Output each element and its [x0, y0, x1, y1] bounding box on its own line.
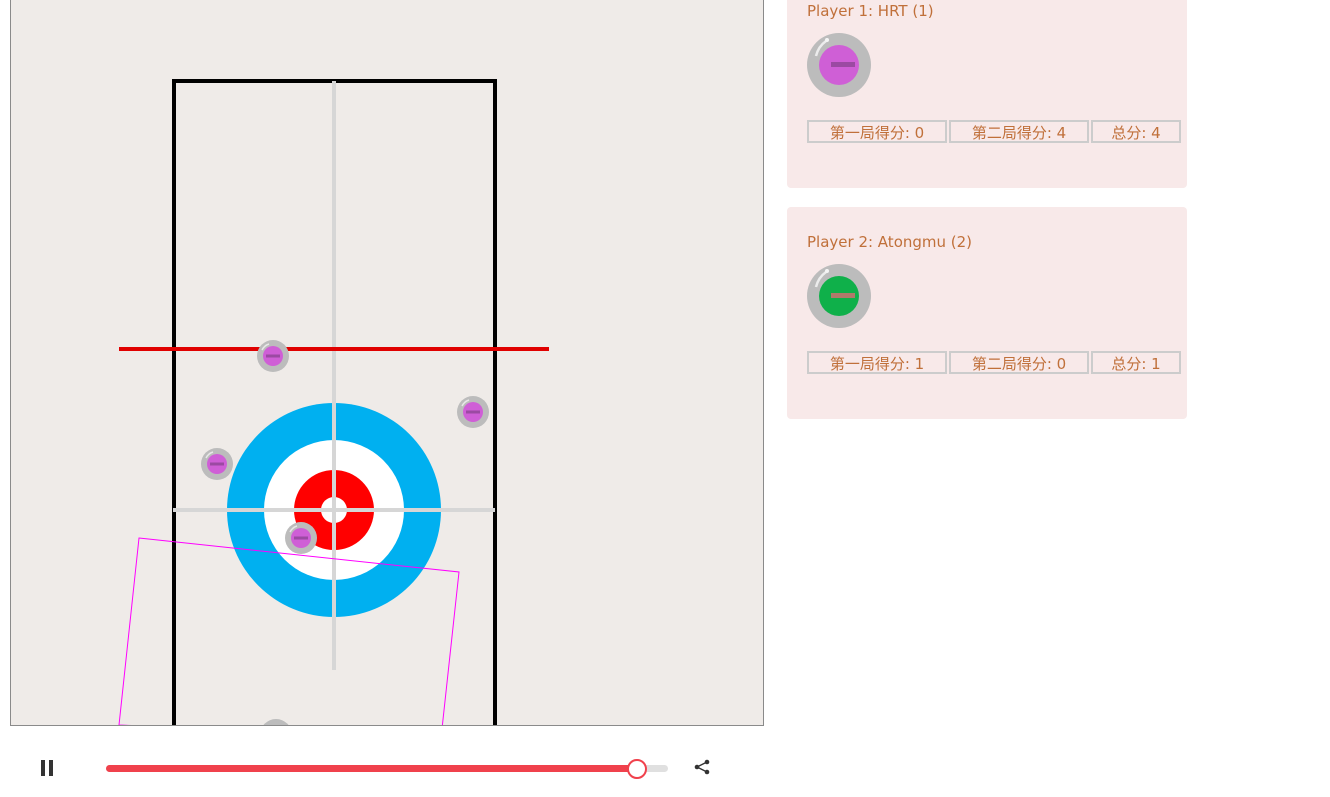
share-icon	[694, 759, 710, 775]
player-name: Player 1: HRT (1)	[807, 2, 934, 20]
playback-progress-slider[interactable]	[106, 759, 668, 779]
player-card-1: Player 1: HRT (1) 第一局得分: 0 第二局得分: 4 总分: …	[787, 0, 1187, 188]
game1-score: 第一局得分: 0	[807, 120, 947, 143]
share-button[interactable]	[690, 756, 714, 778]
pause-button[interactable]	[32, 754, 62, 782]
player-card-2: Player 2: Atongmu (2) 第一局得分: 1 第二局得分: 0 …	[787, 207, 1187, 419]
player-name: Player 2: Atongmu (2)	[807, 233, 973, 251]
score-row: 第一局得分: 1 第二局得分: 0 总分: 1	[807, 351, 1181, 374]
progress-thumb[interactable]	[626, 759, 647, 779]
progress-fill	[106, 765, 636, 772]
total-score: 总分: 1	[1091, 351, 1181, 374]
playback-controls	[0, 740, 764, 797]
curling-stone	[457, 396, 489, 428]
total-score: 总分: 4	[1091, 120, 1181, 143]
game1-score: 第一局得分: 1	[807, 351, 947, 374]
curling-stone	[257, 340, 289, 372]
score-row: 第一局得分: 0 第二局得分: 4 总分: 4	[807, 120, 1181, 143]
curling-stone	[285, 522, 317, 554]
curling-stone	[201, 448, 233, 480]
green-curling-stone-icon	[806, 263, 872, 329]
game2-score: 第二局得分: 4	[949, 120, 1089, 143]
game2-score: 第二局得分: 0	[949, 351, 1089, 374]
purple-curling-stone-icon	[806, 32, 872, 98]
game-viewer: Player 1: HRT (1) 第一局得分: 0 第二局得分: 4 总分: …	[0, 0, 1330, 797]
curling-sheet	[10, 0, 764, 726]
curling-stone	[263, 719, 289, 725]
